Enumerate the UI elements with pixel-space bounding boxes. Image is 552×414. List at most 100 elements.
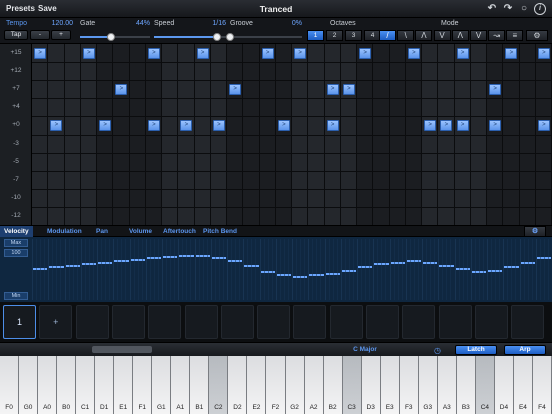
piano-key[interactable]: F0 <box>0 356 20 414</box>
note-step[interactable]: > <box>294 47 307 59</box>
mode-down-up-button[interactable]: V <box>433 30 451 41</box>
piano-key[interactable]: F3 <box>399 356 419 414</box>
clock-icon[interactable]: ◷ <box>434 346 441 355</box>
pattern-pad[interactable] <box>511 305 545 339</box>
scale-selector[interactable]: C Major <box>345 346 385 353</box>
note-step[interactable]: > <box>537 47 550 59</box>
piano-key[interactable]: F4 <box>532 356 552 414</box>
lane-settings-gear-icon[interactable]: ⚙ <box>524 226 546 237</box>
redo-icon[interactable]: ↷ <box>502 3 514 15</box>
octave-button-3[interactable]: 3 <box>345 30 362 41</box>
groove-slider[interactable] <box>226 33 302 41</box>
piano-key[interactable]: C3 <box>342 356 362 414</box>
pattern-pad[interactable] <box>366 305 399 339</box>
pattern-pad[interactable] <box>474 305 508 339</box>
gate-slider-knob[interactable] <box>106 33 115 41</box>
piano-key[interactable]: B1 <box>190 356 210 414</box>
note-step[interactable]: > <box>456 119 469 131</box>
pattern-pad[interactable] <box>257 305 291 339</box>
gear-icon[interactable]: ⚙ <box>526 30 548 41</box>
note-step[interactable]: > <box>407 47 420 59</box>
piano-key[interactable]: F1 <box>133 356 153 414</box>
mode-up-down-button[interactable]: Λ <box>415 30 433 41</box>
piano-key[interactable]: C1 <box>76 356 96 414</box>
keyboard-scroller[interactable] <box>92 346 152 353</box>
note-step[interactable]: > <box>505 47 518 59</box>
tempo-minus-button[interactable]: - <box>30 30 50 40</box>
pattern-pad[interactable] <box>293 305 327 339</box>
tab-velocity[interactable]: Velocity <box>0 226 33 237</box>
piano-key[interactable]: B2 <box>323 356 343 414</box>
piano-key[interactable]: E4 <box>513 356 533 414</box>
piano-key[interactable]: A1 <box>171 356 191 414</box>
note-step[interactable]: > <box>342 83 355 95</box>
note-step[interactable]: > <box>229 83 242 95</box>
pattern-pad[interactable] <box>402 305 436 339</box>
pattern-pad[interactable] <box>111 305 145 339</box>
tempo-plus-button[interactable]: + <box>51 30 71 40</box>
note-step[interactable]: > <box>489 83 502 95</box>
note-step[interactable]: > <box>456 47 469 59</box>
pattern-pad[interactable]: 1 <box>3 305 36 339</box>
note-step[interactable]: > <box>326 83 339 95</box>
piano-key[interactable]: D3 <box>361 356 381 414</box>
octave-button-1[interactable]: 1 <box>307 30 324 41</box>
note-step[interactable]: > <box>115 83 128 95</box>
piano-key[interactable]: B3 <box>456 356 476 414</box>
piano-key[interactable]: G1 <box>152 356 172 414</box>
note-step[interactable]: > <box>50 119 63 131</box>
octave-button-2[interactable]: 2 <box>326 30 343 41</box>
note-step[interactable]: > <box>34 47 47 59</box>
piano-key[interactable]: D2 <box>228 356 248 414</box>
note-step[interactable]: > <box>212 119 225 131</box>
piano-key[interactable]: E1 <box>114 356 134 414</box>
note-step[interactable]: > <box>424 119 437 131</box>
tap-button[interactable]: Tap <box>4 30 28 40</box>
mode-up-down-2-button[interactable]: Λ <box>451 30 469 41</box>
arp-button[interactable]: Arp <box>504 345 546 355</box>
mode-down-up-2-button[interactable]: V <box>470 30 487 41</box>
piano-key[interactable]: C4 <box>475 356 495 414</box>
piano-key[interactable]: G2 <box>285 356 305 414</box>
note-step[interactable]: > <box>180 119 193 131</box>
piano-key[interactable]: A2 <box>304 356 324 414</box>
mode-up-button[interactable]: / <box>379 30 396 41</box>
note-step[interactable]: > <box>99 119 112 131</box>
speed-slider-knob[interactable] <box>212 33 221 41</box>
pattern-pad[interactable] <box>438 305 472 339</box>
pattern-pad[interactable] <box>75 305 109 339</box>
speed-slider[interactable] <box>154 33 226 41</box>
piano-key[interactable]: F2 <box>266 356 286 414</box>
note-step[interactable]: > <box>82 47 95 59</box>
note-step[interactable]: > <box>196 47 209 59</box>
groove-slider-knob[interactable] <box>226 33 234 41</box>
tempo-value[interactable]: 120.00 <box>40 20 73 27</box>
piano-key[interactable]: D1 <box>95 356 115 414</box>
tab-pitch-bend[interactable]: Pitch Bend <box>203 228 237 235</box>
note-step[interactable]: > <box>359 47 372 59</box>
mode-order-button[interactable]: ≡ <box>506 30 524 41</box>
velocity-bars[interactable] <box>32 239 552 300</box>
pattern-pad[interactable] <box>329 305 363 339</box>
note-step[interactable]: > <box>537 119 550 131</box>
latch-button[interactable]: Latch <box>455 345 497 355</box>
piano-key[interactable]: D4 <box>494 356 514 414</box>
tab-volume[interactable]: Volume <box>129 228 152 235</box>
piano-key[interactable]: A0 <box>38 356 58 414</box>
tab-pan[interactable]: Pan <box>96 228 108 235</box>
piano-key[interactable]: C2 <box>209 356 229 414</box>
tab-aftertouch[interactable]: Aftertouch <box>163 228 196 235</box>
mode-random-button[interactable]: ↝ <box>488 30 506 41</box>
piano-key[interactable]: A3 <box>437 356 457 414</box>
note-step[interactable]: > <box>440 119 453 131</box>
note-step[interactable]: > <box>261 47 274 59</box>
mode-down-button[interactable]: \ <box>397 30 415 41</box>
undo-icon[interactable]: ↶ <box>486 3 498 15</box>
note-step[interactable]: > <box>326 119 339 131</box>
piano-key[interactable]: E3 <box>380 356 400 414</box>
pattern-pad[interactable] <box>184 305 218 339</box>
note-step[interactable]: > <box>147 47 160 59</box>
settings-ring-icon[interactable]: ○ <box>518 3 530 15</box>
gate-slider[interactable] <box>80 33 150 41</box>
add-pattern-button[interactable]: + <box>39 305 73 339</box>
